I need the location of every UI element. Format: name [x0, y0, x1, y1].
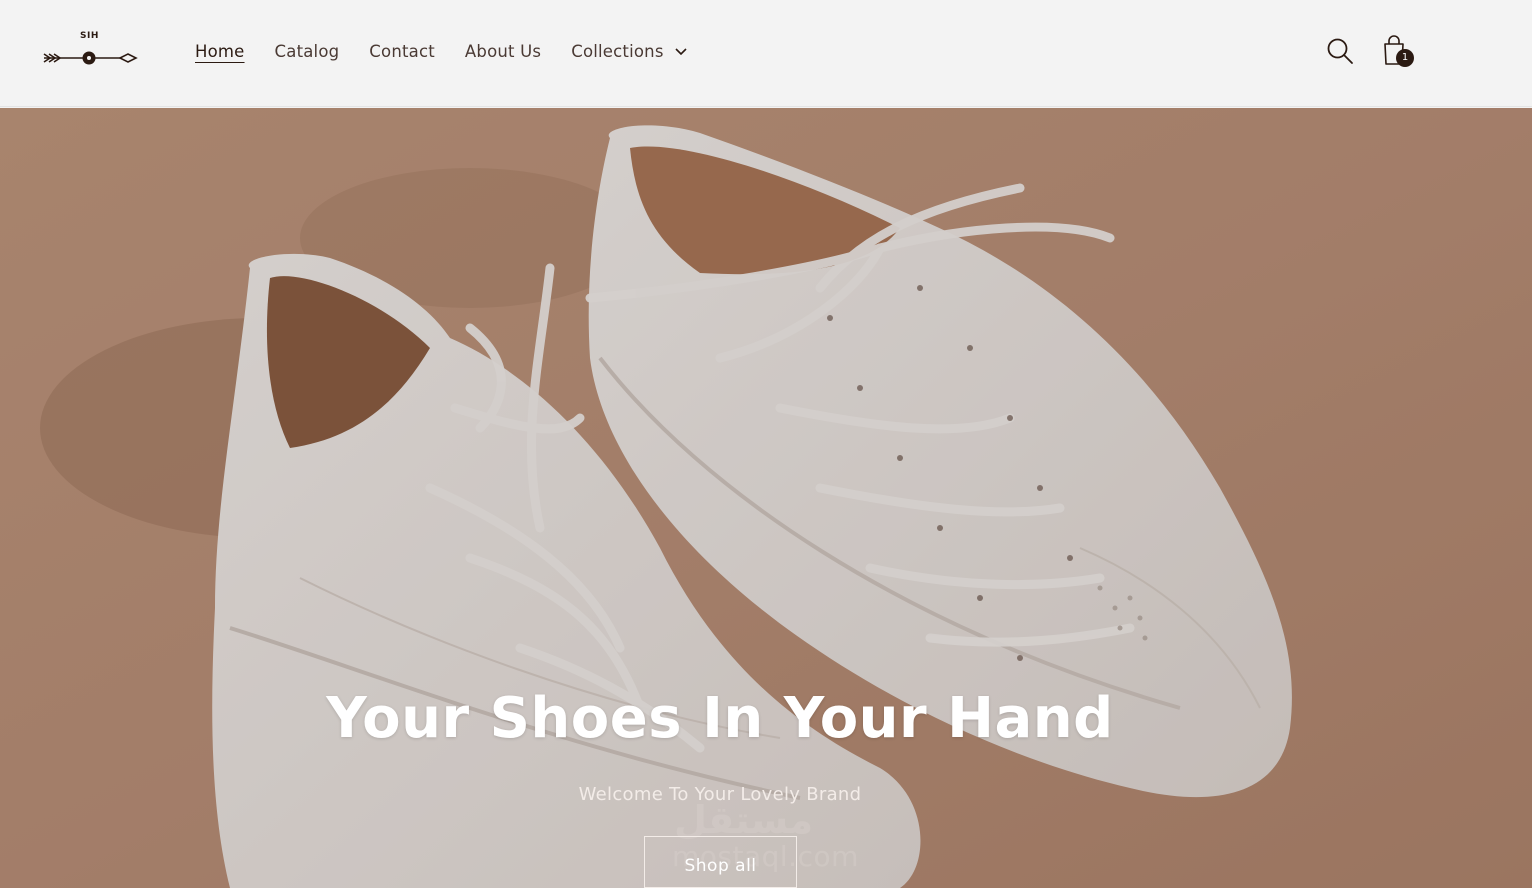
search-button[interactable] — [1325, 36, 1355, 66]
hero-overlay — [0, 108, 1532, 888]
nav-contact[interactable]: Contact — [369, 42, 435, 61]
cart-count-badge: 1 — [1396, 49, 1414, 67]
chevron-down-icon — [675, 48, 687, 56]
hero-banner: Your Shoes In Your Hand Welcome To Your … — [0, 108, 1532, 888]
nav-home[interactable]: Home — [195, 42, 245, 61]
logo-text: SIH — [80, 31, 99, 41]
nav-collections-label: Collections — [571, 41, 664, 61]
nav-about-us[interactable]: About Us — [465, 42, 541, 61]
hero-title: Your Shoes In Your Hand — [326, 686, 1114, 751]
search-icon — [1327, 38, 1353, 64]
main-nav: Home Catalog Contact About Us Collection… — [195, 39, 688, 63]
nav-catalog[interactable]: Catalog — [275, 42, 340, 61]
site-header: SIH Home Catalog Contact About Us Collec… — [0, 0, 1532, 107]
brand-logo[interactable]: SIH — [40, 30, 140, 70]
shop-all-button[interactable]: Shop all — [644, 836, 797, 888]
nav-collections-dropdown[interactable]: Collections — [571, 42, 687, 61]
cart-button[interactable]: 1 — [1380, 32, 1420, 72]
